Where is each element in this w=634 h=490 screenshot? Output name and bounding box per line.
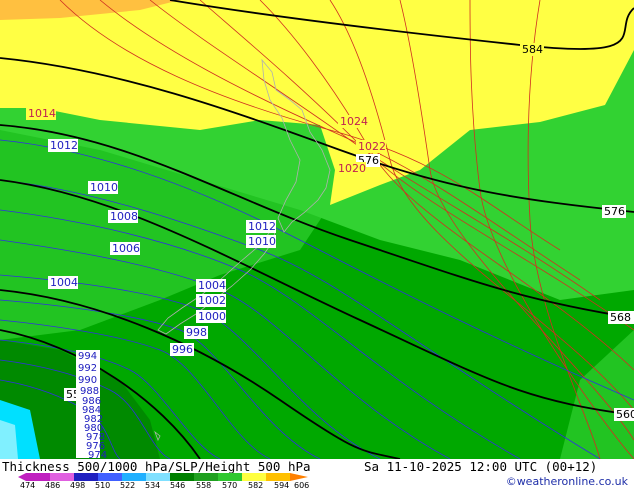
scale-swatch-486 — [50, 473, 74, 481]
slp-label-blue: 1012 — [50, 139, 78, 152]
color-scale-bar — [18, 473, 318, 481]
scale-label: 606 — [294, 481, 310, 490]
weather-map: 584 576 576 568 560 552 1014 1024 1022 1… — [0, 0, 634, 461]
slp-label-blue: 992 — [78, 363, 97, 374]
slp-label-blue: 1004 — [50, 276, 78, 289]
scale-swatch-534 — [146, 473, 170, 481]
scale-swatch-498 — [74, 473, 98, 481]
slp-label-red: 1020 — [338, 162, 366, 175]
map-title: Thickness 500/1000 hPa/SLP/Height 500 hP… — [2, 459, 311, 474]
scale-label: 546 — [170, 481, 186, 490]
slp-label-red: 1014 — [28, 107, 56, 120]
scale-swatch-522 — [122, 473, 146, 481]
scale-label: 558 — [196, 481, 212, 490]
slp-label-blue: 1008 — [110, 210, 138, 223]
height-label: 576 — [604, 205, 625, 218]
slp-label-blue: 1004 — [198, 279, 226, 292]
slp-label-blue: 1010 — [248, 235, 276, 248]
slp-label-red: 1024 — [340, 115, 368, 128]
scale-swatch-510 — [98, 473, 122, 481]
scale-label: 582 — [248, 481, 264, 490]
slp-label-blue: 1002 — [198, 294, 226, 307]
map-footer: Thickness 500/1000 hPa/SLP/Height 500 hP… — [0, 459, 634, 490]
slp-label-blue: 1010 — [90, 181, 118, 194]
slp-label-blue: 994 — [78, 351, 97, 362]
slp-label-blue: 990 — [78, 375, 97, 386]
slp-label-blue: 998 — [186, 326, 207, 339]
scale-swatch-546 — [170, 473, 194, 481]
slp-label-blue: 1012 — [248, 220, 276, 233]
valid-time: Sa 11-10-2025 12:00 UTC (00+12) — [364, 459, 598, 474]
scale-label: 534 — [145, 481, 161, 490]
scale-label: 570 — [222, 481, 238, 490]
scale-arrow-left — [18, 473, 26, 481]
scale-label: 474 — [20, 481, 36, 490]
height-label: 584 — [522, 43, 543, 56]
scale-swatch-474 — [26, 473, 50, 481]
slp-label-blue: 974 — [88, 450, 107, 459]
slp-label-blue: 996 — [172, 343, 193, 356]
scale-label: 594 — [274, 481, 290, 490]
scale-swatch-582 — [242, 473, 266, 481]
slp-label-blue: 1006 — [112, 242, 140, 255]
scale-arrow-right — [290, 473, 308, 481]
scale-swatch-594 — [266, 473, 290, 481]
credit-link[interactable]: ©weatheronline.co.uk — [506, 475, 628, 488]
scale-label: 486 — [45, 481, 61, 490]
slp-label-blue: 1000 — [198, 310, 226, 323]
scale-label: 510 — [95, 481, 111, 490]
scale-swatch-558 — [194, 473, 218, 481]
slp-label-red: 1022 — [358, 140, 386, 153]
height-label: 560 — [616, 408, 634, 421]
height-label: 568 — [610, 311, 631, 324]
scale-label: 498 — [70, 481, 86, 490]
scale-swatch-570 — [218, 473, 242, 481]
scale-label: 522 — [120, 481, 136, 490]
